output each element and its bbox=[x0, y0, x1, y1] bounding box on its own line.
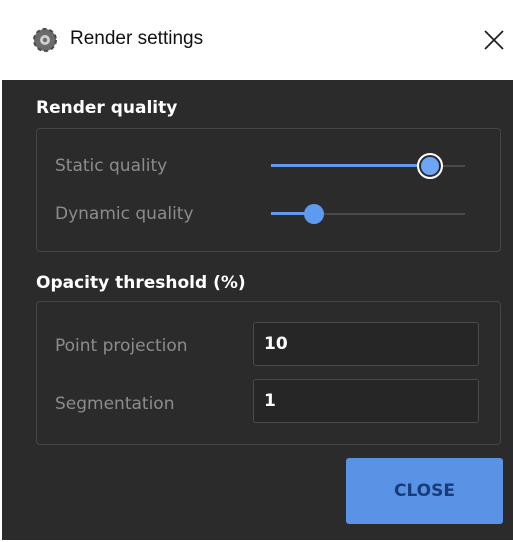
dialog-content: Render quality Static quality Dynamic qu… bbox=[4, 80, 513, 540]
opacity-threshold-heading: Opacity threshold (%) bbox=[36, 273, 246, 293]
static-quality-slider[interactable] bbox=[271, 153, 465, 179]
static-quality-label: Static quality bbox=[55, 156, 168, 176]
point-projection-input[interactable] bbox=[253, 322, 479, 366]
app-gear-icon bbox=[33, 28, 57, 52]
opacity-threshold-group: Point projection Segmentation bbox=[36, 301, 501, 445]
segmentation-input[interactable] bbox=[253, 379, 479, 423]
render-settings-dialog: Render settings Render quality Static qu… bbox=[0, 0, 513, 542]
close-button[interactable]: CLOSE bbox=[346, 458, 503, 524]
static-quality-handle[interactable] bbox=[417, 153, 444, 179]
dynamic-quality-handle[interactable] bbox=[303, 204, 324, 224]
close-icon[interactable] bbox=[476, 22, 512, 58]
title-bar: Render settings bbox=[2, 0, 513, 80]
segmentation-label: Segmentation bbox=[55, 394, 175, 414]
dynamic-quality-slider[interactable] bbox=[271, 202, 465, 226]
render-quality-group: Static quality Dynamic quality bbox=[36, 128, 501, 252]
static-quality-fill bbox=[271, 164, 431, 167]
window-title: Render settings bbox=[70, 28, 204, 49]
point-projection-label: Point projection bbox=[55, 336, 188, 356]
dynamic-quality-label: Dynamic quality bbox=[55, 204, 194, 224]
render-quality-heading: Render quality bbox=[36, 98, 178, 118]
